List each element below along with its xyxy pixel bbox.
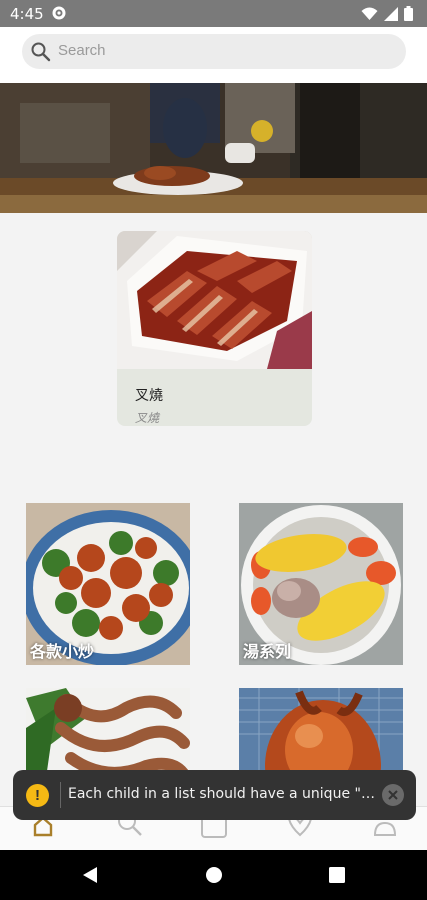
featured-dish-subtitle: 叉燒 [135, 411, 160, 425]
featured-dish-title: 叉燒 [135, 388, 163, 404]
status-icons [361, 6, 413, 21]
battery-icon [404, 6, 413, 21]
wifi-icon [361, 7, 378, 20]
close-icon[interactable] [382, 784, 404, 806]
hero-banner-image[interactable] [0, 83, 427, 213]
search-icon [30, 41, 51, 67]
status-bar: 4:45 [0, 0, 427, 27]
android-navigation-bar [0, 850, 427, 900]
category-tile-stir-fry[interactable]: 各款小炒 [26, 503, 190, 665]
featured-dish-card[interactable]: 叉燒 叉燒 [117, 231, 312, 426]
warning-toast[interactable]: ! Each child in a list should have a uni… [13, 770, 416, 820]
toast-divider [60, 782, 61, 808]
toast-message: Each child in a list should have a uniqu… [68, 786, 380, 802]
search-placeholder: Search [58, 42, 106, 59]
recents-square-icon[interactable] [328, 866, 346, 889]
status-time: 4:45 [10, 5, 44, 23]
category-label: 湯系列 [243, 642, 292, 661]
home-circle-icon[interactable] [205, 866, 223, 889]
featured-dish-image [117, 231, 312, 369]
category-label: 各款小炒 [30, 642, 95, 661]
warning-icon: ! [26, 784, 49, 807]
settings-gear-icon [51, 5, 67, 26]
search-bar-container: Search [0, 27, 427, 83]
search-input[interactable]: Search [22, 34, 406, 69]
back-icon[interactable] [81, 866, 99, 889]
signal-icon [384, 6, 398, 21]
category-tile-soup[interactable]: 湯系列 [239, 503, 403, 665]
